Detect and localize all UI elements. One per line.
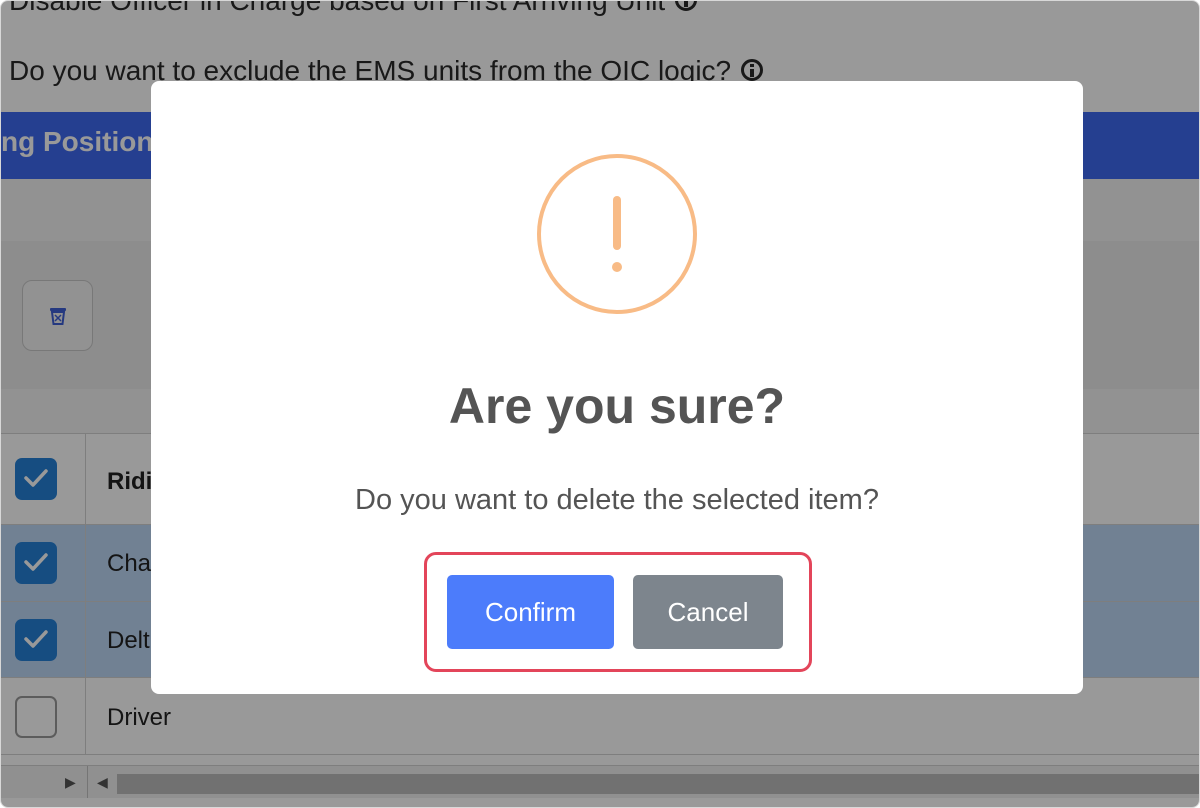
warning-exclamation-bar: [613, 196, 621, 250]
cancel-button[interactable]: Cancel: [633, 575, 783, 649]
dialog-message: Do you want to delete the selected item?: [355, 484, 879, 516]
warning-icon: [537, 154, 697, 314]
confirm-delete-dialog: Are you sure? Do you want to delete the …: [151, 81, 1083, 694]
app-window: Disable Officer in Charge based on First…: [0, 0, 1200, 808]
warning-exclamation-dot: [612, 262, 622, 272]
confirm-button[interactable]: Confirm: [447, 575, 614, 649]
dialog-title: Are you sure?: [448, 378, 786, 434]
